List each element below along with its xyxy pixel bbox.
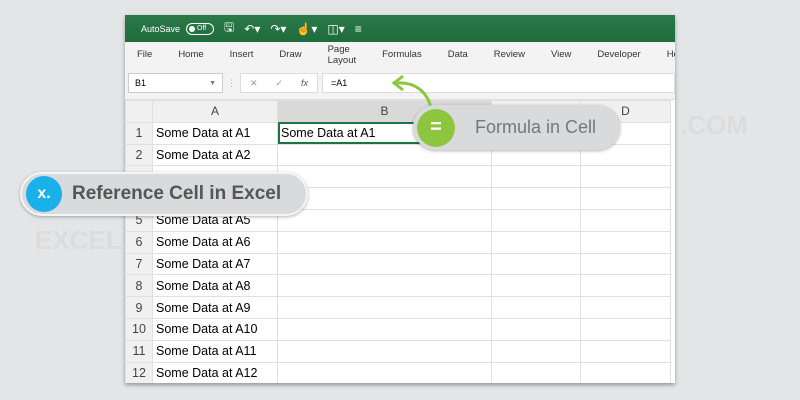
cell-c12[interactable] (491, 361, 581, 383)
ribbon-tab-insert[interactable]: Insert (230, 49, 254, 60)
cell-a7[interactable]: Some Data at A7 (152, 252, 278, 276)
cell-b8[interactable] (277, 274, 492, 298)
table-row: 10 Some Data at A10 (125, 317, 671, 341)
toggle-state: Off (197, 25, 207, 32)
cell-d6[interactable] (580, 230, 671, 254)
cell-b7[interactable] (277, 252, 492, 276)
undo-icon[interactable]: ↶▾ (244, 22, 260, 36)
cell-b9[interactable] (277, 296, 492, 319)
insert-function-icon[interactable]: fx (301, 78, 308, 88)
table-row: 7 Some Data at A7 (125, 252, 671, 276)
shapes-icon[interactable]: ◫▾ (327, 22, 344, 36)
cell-d5[interactable] (580, 208, 671, 232)
cell-d9[interactable] (580, 296, 671, 319)
cell-c5[interactable] (491, 208, 581, 232)
row-header[interactable]: 2 (125, 143, 153, 167)
grip-icon: ⋮ (227, 77, 236, 88)
cell-d4[interactable] (580, 187, 671, 210)
cell-c7[interactable] (491, 252, 581, 276)
cell-a10[interactable]: Some Data at A10 (152, 317, 278, 341)
redo-icon[interactable]: ↷▾ (270, 22, 286, 36)
enter-icon[interactable]: ✓ (275, 78, 283, 89)
equals-icon: = (417, 108, 455, 147)
formula-callout: = Formula in Cell (413, 105, 620, 150)
table-row: 12 Some Data at A12 (125, 361, 671, 383)
cell-b12[interactable] (277, 361, 492, 383)
watermark: .COM (680, 110, 748, 140)
ribbon-tab-draw[interactable]: Draw (279, 49, 301, 60)
cell-c10[interactable] (491, 317, 581, 341)
cell-c9[interactable] (491, 296, 581, 319)
cell-a8[interactable]: Some Data at A8 (152, 274, 278, 298)
cell-b3[interactable] (277, 165, 492, 189)
cell-b10[interactable] (277, 317, 492, 341)
row-header[interactable]: 10 (125, 317, 153, 341)
cell-a2[interactable]: Some Data at A2 (152, 143, 278, 167)
cell-b11[interactable] (277, 339, 492, 363)
cell-a12[interactable]: Some Data at A12 (152, 361, 278, 383)
title-bar: AutoSave Off 🖫 ↶▾ ↷▾ ☝▾ ◫▾ ≡ (125, 15, 675, 42)
column-header-a[interactable]: A (152, 100, 278, 123)
name-box-value: B1 (135, 78, 147, 88)
row-header[interactable]: 7 (125, 252, 153, 276)
cell-a6[interactable]: Some Data at A6 (152, 230, 278, 254)
ribbon-tab-review[interactable]: Review (494, 49, 525, 60)
cell-a11[interactable]: Some Data at A11 (152, 339, 278, 363)
cell-d8[interactable] (580, 274, 671, 298)
reference-callout: x. Reference Cell in Excel (20, 172, 308, 216)
autosave-label: AutoSave (141, 23, 181, 34)
cell-c11[interactable] (491, 339, 581, 363)
cell-d11[interactable] (580, 339, 671, 363)
formula-value: =A1 (331, 78, 348, 88)
ribbon-tab-home[interactable]: Home (178, 49, 203, 60)
cell-a1[interactable]: Some Data at A1 (152, 121, 278, 145)
row-header[interactable]: 6 (125, 230, 153, 254)
ribbon-tab-file[interactable]: File (137, 49, 152, 60)
cell-b5[interactable] (277, 208, 492, 232)
row-header[interactable]: 9 (125, 296, 153, 319)
table-row: 8 Some Data at A8 (125, 274, 671, 298)
ribbon-tab-data[interactable]: Data (448, 49, 468, 60)
reference-callout-label: Reference Cell in Excel (72, 183, 282, 204)
cancel-icon[interactable]: ✕ (250, 78, 258, 89)
row-header[interactable]: 12 (125, 361, 153, 383)
select-all-corner[interactable] (125, 100, 153, 123)
cell-b4[interactable] (277, 187, 492, 210)
ribbon-tab-help[interactable]: Help (667, 49, 675, 60)
touch-mode-icon[interactable]: ☝▾ (296, 22, 317, 36)
autosave-toggle[interactable]: Off (186, 22, 215, 35)
table-row: 9 Some Data at A9 (125, 296, 671, 319)
formula-input[interactable]: =A1 (322, 73, 675, 93)
cell-d3[interactable] (580, 165, 671, 189)
cell-c3[interactable] (491, 165, 581, 189)
cell-d10[interactable] (580, 317, 671, 341)
cell-a9[interactable]: Some Data at A9 (152, 296, 278, 319)
name-box[interactable]: B1 ▼ (128, 73, 223, 93)
formula-callout-label: Formula in Cell (475, 117, 597, 137)
ribbon-tab-page-layout[interactable]: Page Layout (328, 44, 357, 66)
chevron-down-icon: ▼ (209, 79, 216, 87)
row-header[interactable]: 8 (125, 274, 153, 298)
ribbon-tab-view[interactable]: View (551, 49, 571, 60)
ribbon-tabs: File Home Insert Draw Page Layout Formulas Dat… (125, 42, 675, 67)
row-header[interactable]: 1 (125, 121, 153, 145)
ribbon-tab-formulas[interactable]: Formulas (382, 49, 422, 60)
cell-c4[interactable] (491, 187, 581, 210)
cell-b6[interactable] (277, 230, 492, 254)
cell-d12[interactable] (580, 361, 671, 383)
cell-d7[interactable] (580, 252, 671, 276)
excel-x-icon: x. (26, 176, 62, 212)
ribbon-tab-developer[interactable]: Developer (597, 49, 640, 60)
row-header[interactable]: 11 (125, 339, 153, 363)
cell-c6[interactable] (491, 230, 581, 254)
cell-c8[interactable] (491, 274, 581, 298)
table-row: 6 Some Data at A6 (125, 230, 671, 254)
table-row: 11 Some Data at A11 (125, 339, 671, 363)
customize-qat-icon[interactable]: ≡ (355, 22, 362, 36)
save-icon[interactable]: 🖫 (224, 18, 234, 39)
watermark: EXCEL (35, 225, 122, 255)
